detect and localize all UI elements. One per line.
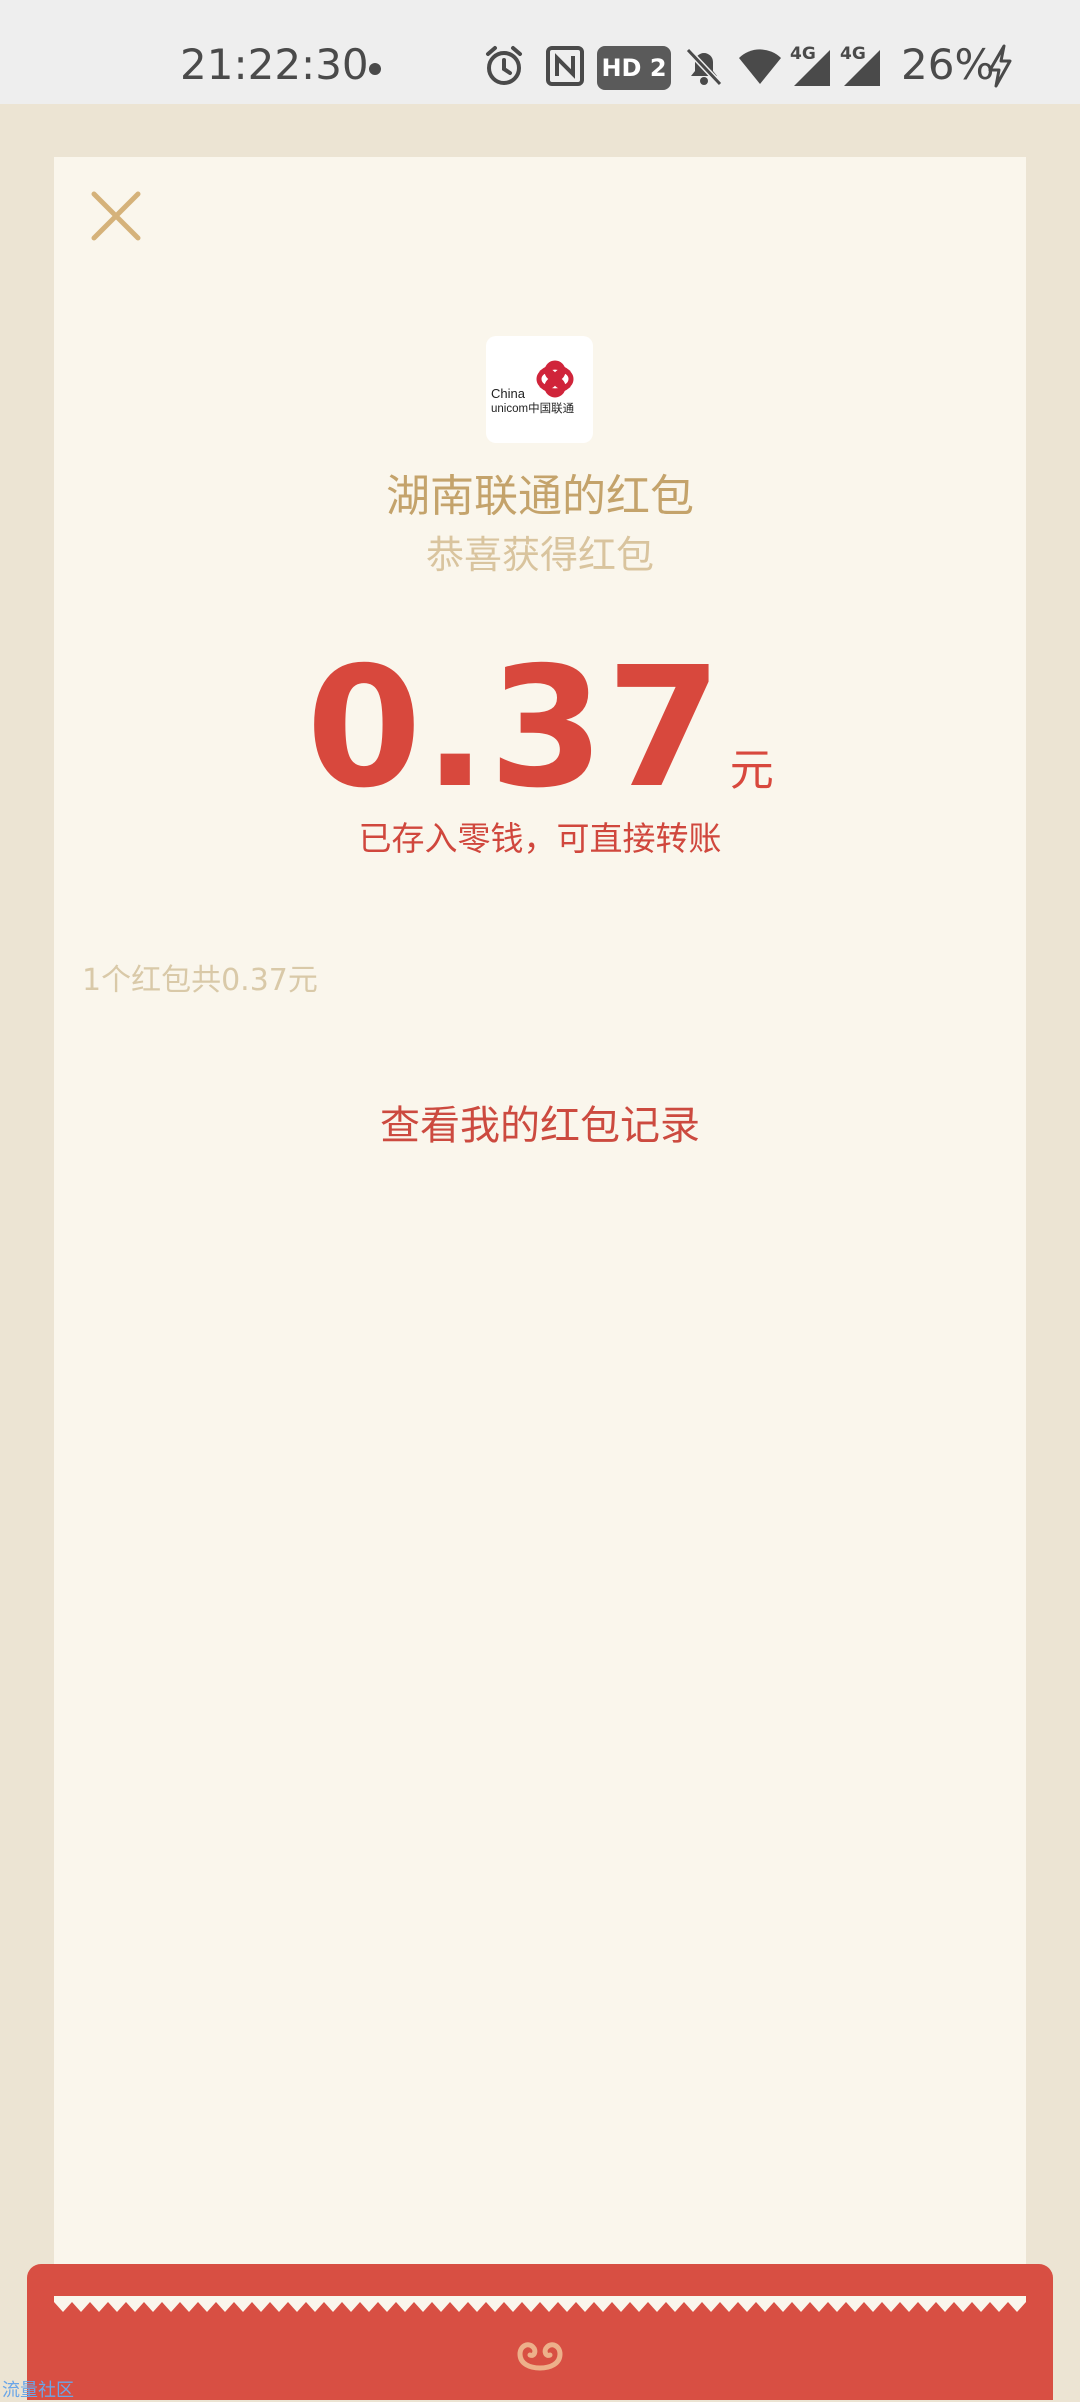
envelope-bottom bbox=[27, 2264, 1053, 2400]
sender-subtitle: 恭喜获得红包 bbox=[425, 533, 654, 577]
amount-row: 0.37 元 bbox=[0, 632, 1080, 825]
charging-icon bbox=[988, 44, 1012, 88]
packet-summary: 1个红包共0.37元 bbox=[82, 963, 318, 998]
watermark-text: 流量社区 bbox=[2, 2380, 74, 2401]
status-time: 21:22:30 bbox=[180, 40, 369, 89]
mute-icon bbox=[685, 47, 723, 87]
close-icon[interactable] bbox=[86, 186, 146, 246]
china-unicom-logo-icon: China unicom中国联通 bbox=[491, 360, 575, 415]
logo-text-line2: unicom中国联通 bbox=[491, 401, 575, 415]
sender-title: 湖南联通的红包 bbox=[386, 471, 694, 522]
wifi-icon bbox=[739, 49, 781, 84]
network-type-label: 4G bbox=[790, 44, 816, 64]
sender-logo: China unicom中国联通 bbox=[486, 336, 593, 443]
logo-text-line1: China bbox=[491, 386, 526, 401]
status-bar: 21:22:30 HD 2 4G 4G 26% bbox=[0, 0, 1080, 104]
nfc-icon bbox=[546, 46, 584, 86]
notification-dot-icon bbox=[369, 63, 381, 75]
network-type-label: 4G bbox=[840, 44, 866, 64]
amount-value: 0.37 bbox=[306, 632, 724, 825]
hd-icon: HD 2 bbox=[597, 46, 671, 90]
cloud-icon bbox=[517, 2342, 563, 2371]
zigzag-divider bbox=[54, 2296, 1026, 2312]
view-records-link[interactable]: 查看我的红包记录 bbox=[0, 1093, 1080, 1151]
amount-note[interactable]: 已存入零钱，可直接转账 bbox=[0, 812, 1080, 860]
alarm-icon bbox=[486, 46, 522, 85]
amount-unit: 元 bbox=[729, 745, 774, 796]
battery-percentage: 26% bbox=[901, 40, 995, 89]
